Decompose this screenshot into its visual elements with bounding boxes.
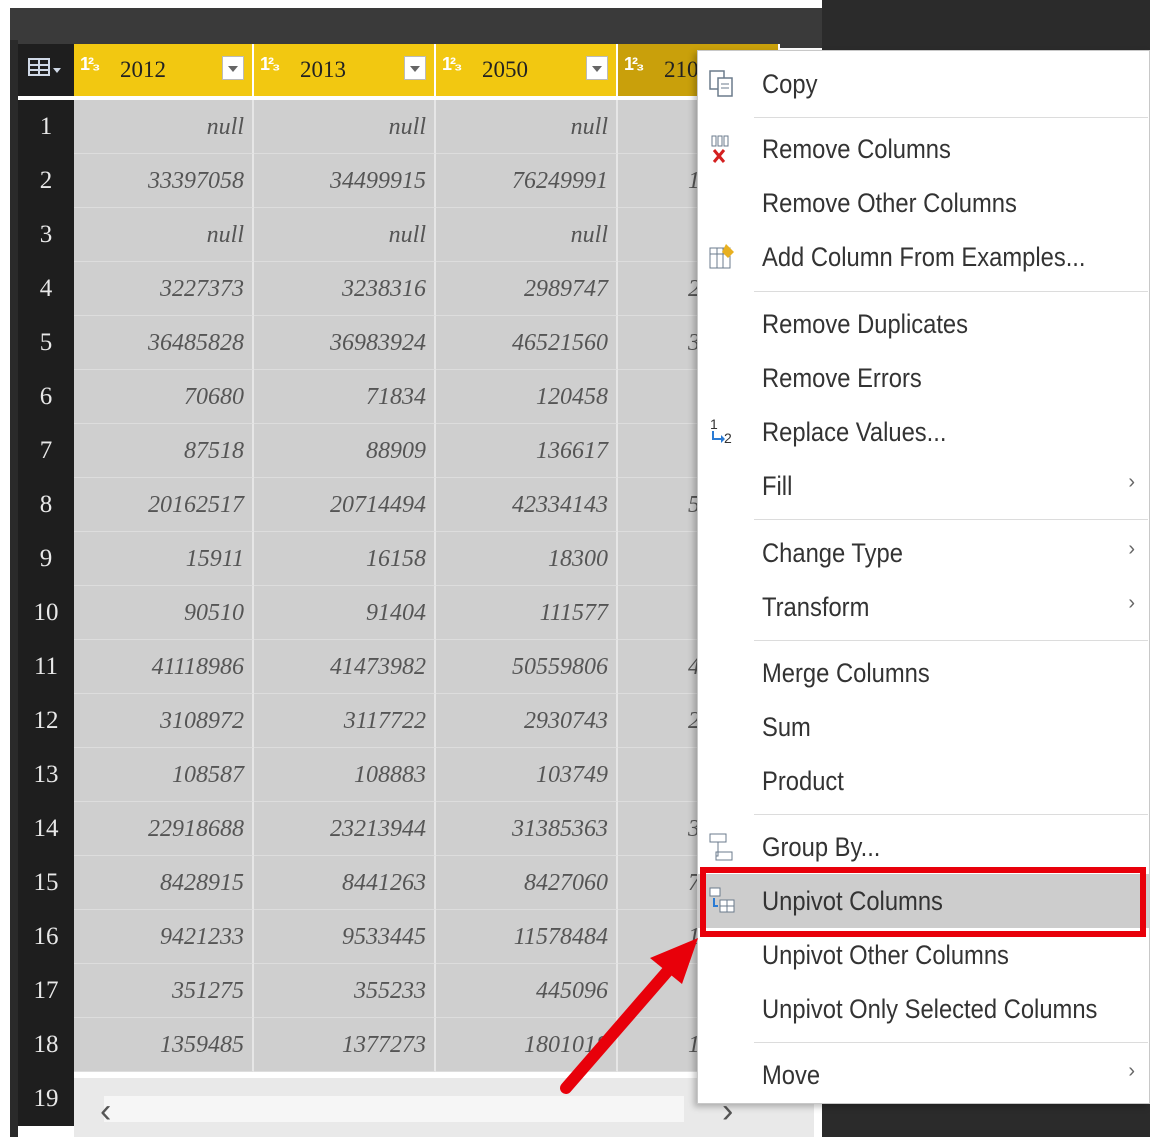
annotation-arrow: [560, 938, 698, 1094]
